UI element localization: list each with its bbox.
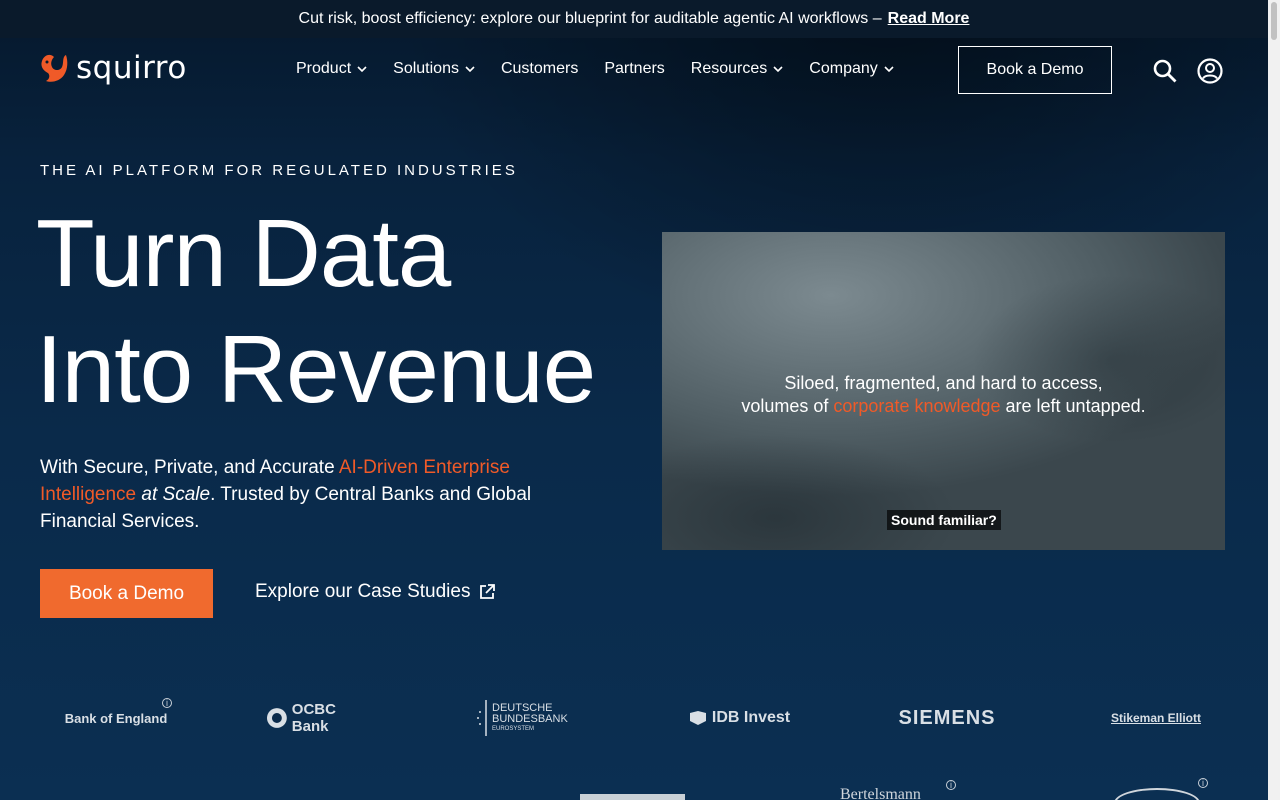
logo-label: BUNDESBANK <box>492 713 568 725</box>
subtitle-emphasis: at Scale <box>136 484 211 505</box>
nav-item-label: Solutions <box>393 60 459 77</box>
siemens-logo: SIEMENS <box>892 695 1002 741</box>
video-line-2-accent: corporate knowledge <box>833 396 1001 416</box>
logo-wordmark: squirro <box>76 50 187 86</box>
squirro-logo[interactable]: squirro <box>38 50 187 86</box>
chevron-down-icon <box>465 66 475 73</box>
nav-menu: Product Solutions Customers Partners Res… <box>296 60 894 78</box>
nav-book-demo-button[interactable]: Book a Demo <box>958 46 1112 94</box>
bank-of-england-logo: Bank of England <box>56 695 176 741</box>
idb-emblem-icon <box>689 711 706 725</box>
nav-item-company[interactable]: Company <box>809 60 894 78</box>
nav-item-label: Customers <box>500 60 579 77</box>
customer-logos-row-2: Bertelsmann i i <box>0 778 1268 800</box>
bertelsmann-logo: Bertelsmann <box>840 786 921 800</box>
video-caption: Sound familiar? <box>887 510 1001 530</box>
video-line-2-pre: volumes of <box>741 396 834 416</box>
headline-line-2: Into Revenue <box>36 316 596 423</box>
ocbc-bank-logo: OCBC Bank <box>266 695 376 741</box>
info-icon[interactable]: i <box>162 698 172 708</box>
external-link-icon <box>480 584 496 599</box>
user-account-icon[interactable] <box>1197 58 1223 84</box>
partial-logo-block <box>580 794 685 800</box>
video-line-2: volumes of corporate knowledge are left … <box>662 395 1225 418</box>
nav-item-label: Product <box>296 60 352 77</box>
nav-item-label: Resources <box>690 60 768 77</box>
page: Cut risk, boost efficiency: explore our … <box>0 0 1268 800</box>
nav-item-customers[interactable]: Customers <box>501 60 578 78</box>
headline-line-1: Turn Data <box>36 200 451 307</box>
squirrel-icon <box>41 54 68 82</box>
nav-item-resources[interactable]: Resources <box>691 60 783 78</box>
nav-item-label: Company <box>809 60 878 77</box>
main-nav: squirro Product Solutions Customers Part… <box>0 38 1268 102</box>
hero-book-demo-button[interactable]: Book a Demo <box>40 569 213 618</box>
stikeman-elliott-logo: Stikeman Elliott <box>1104 695 1208 741</box>
page-scrollbar[interactable] <box>1268 0 1280 800</box>
banner-text: Cut risk, boost efficiency: explore our … <box>298 10 882 27</box>
logo-label: SIEMENS <box>898 706 996 729</box>
nav-item-partners[interactable]: Partners <box>604 60 664 78</box>
partial-oval-logo <box>1114 788 1200 800</box>
nav-item-solutions[interactable]: Solutions <box>393 60 475 78</box>
video-overlay-text: Siloed, fragmented, and hard to access, … <box>662 372 1225 418</box>
hero-video[interactable]: Siloed, fragmented, and hard to access, … <box>662 232 1225 550</box>
chevron-down-icon <box>357 66 367 73</box>
read-more-link[interactable]: Read More <box>888 10 970 28</box>
video-line-1: Siloed, fragmented, and hard to access, <box>784 373 1103 393</box>
info-icon[interactable]: i <box>1198 778 1208 788</box>
logo-label: EUROSYSTEM <box>492 726 535 732</box>
bundesbank-stars-icon <box>477 700 487 736</box>
nav-item-label: Partners <box>604 60 665 77</box>
chevron-down-icon <box>773 66 783 73</box>
logo-label: IDB Invest <box>711 709 791 726</box>
chevron-down-icon <box>884 66 894 73</box>
info-icon[interactable]: i <box>946 780 956 790</box>
announcement-banner: Cut risk, boost efficiency: explore our … <box>0 0 1268 38</box>
logo-label: Stikeman Elliott <box>1110 711 1202 725</box>
subtitle-text: With Secure, Private, and Accurate <box>40 457 339 478</box>
nav-item-product[interactable]: Product <box>296 60 367 78</box>
customer-logos-row: Bank of England i OCBC Bank DEUTSCHE BUN… <box>0 695 1268 741</box>
hero-headline: Turn Data Into Revenue <box>36 196 596 428</box>
hero-eyebrow: THE AI PLATFORM FOR REGULATED INDUSTRIES <box>40 162 518 179</box>
explore-case-studies-link[interactable]: Explore our Case Studies <box>255 581 496 603</box>
deutsche-bundesbank-logo: DEUTSCHE BUNDESBANK EUROSYSTEM <box>476 695 586 741</box>
video-line-2-post: are left untapped. <box>1000 396 1146 416</box>
ocbc-emblem-icon <box>266 708 287 728</box>
explore-label: Explore our Case Studies <box>255 581 471 602</box>
scrollbar-thumb[interactable] <box>1271 2 1277 40</box>
logo-label: OCBC Bank <box>291 701 336 735</box>
search-icon[interactable] <box>1152 58 1178 84</box>
hero-subtitle: With Secure, Private, and Accurate AI-Dr… <box>40 454 600 535</box>
logo-label: Bank of England <box>64 710 168 726</box>
idb-invest-logo: IDB Invest <box>684 695 794 741</box>
